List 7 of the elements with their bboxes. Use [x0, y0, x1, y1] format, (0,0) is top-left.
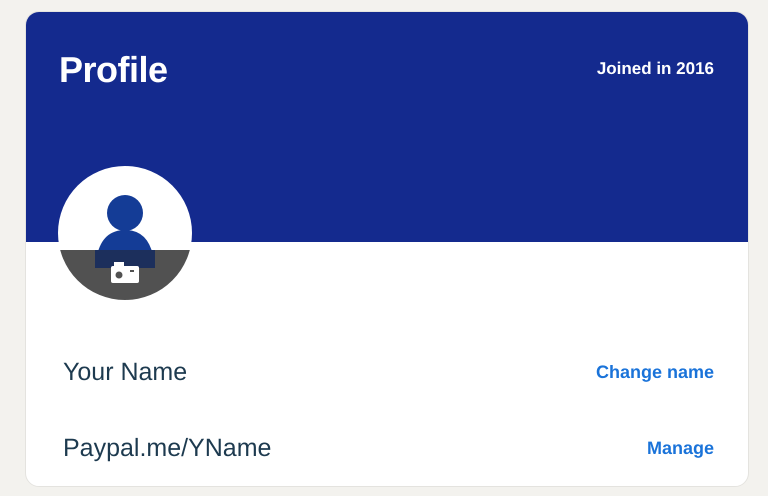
- action-link[interactable]: Manage: [646, 434, 714, 462]
- field-value: Paypal.me/YName: [63, 432, 272, 464]
- field-value: Your Name: [63, 357, 188, 388]
- camera-icon[interactable]: [111, 262, 139, 283]
- joined-date: Joined in 2016: [596, 58, 714, 80]
- action-link[interactable]: Change name: [596, 359, 714, 386]
- profile-title: Profile: [59, 52, 168, 88]
